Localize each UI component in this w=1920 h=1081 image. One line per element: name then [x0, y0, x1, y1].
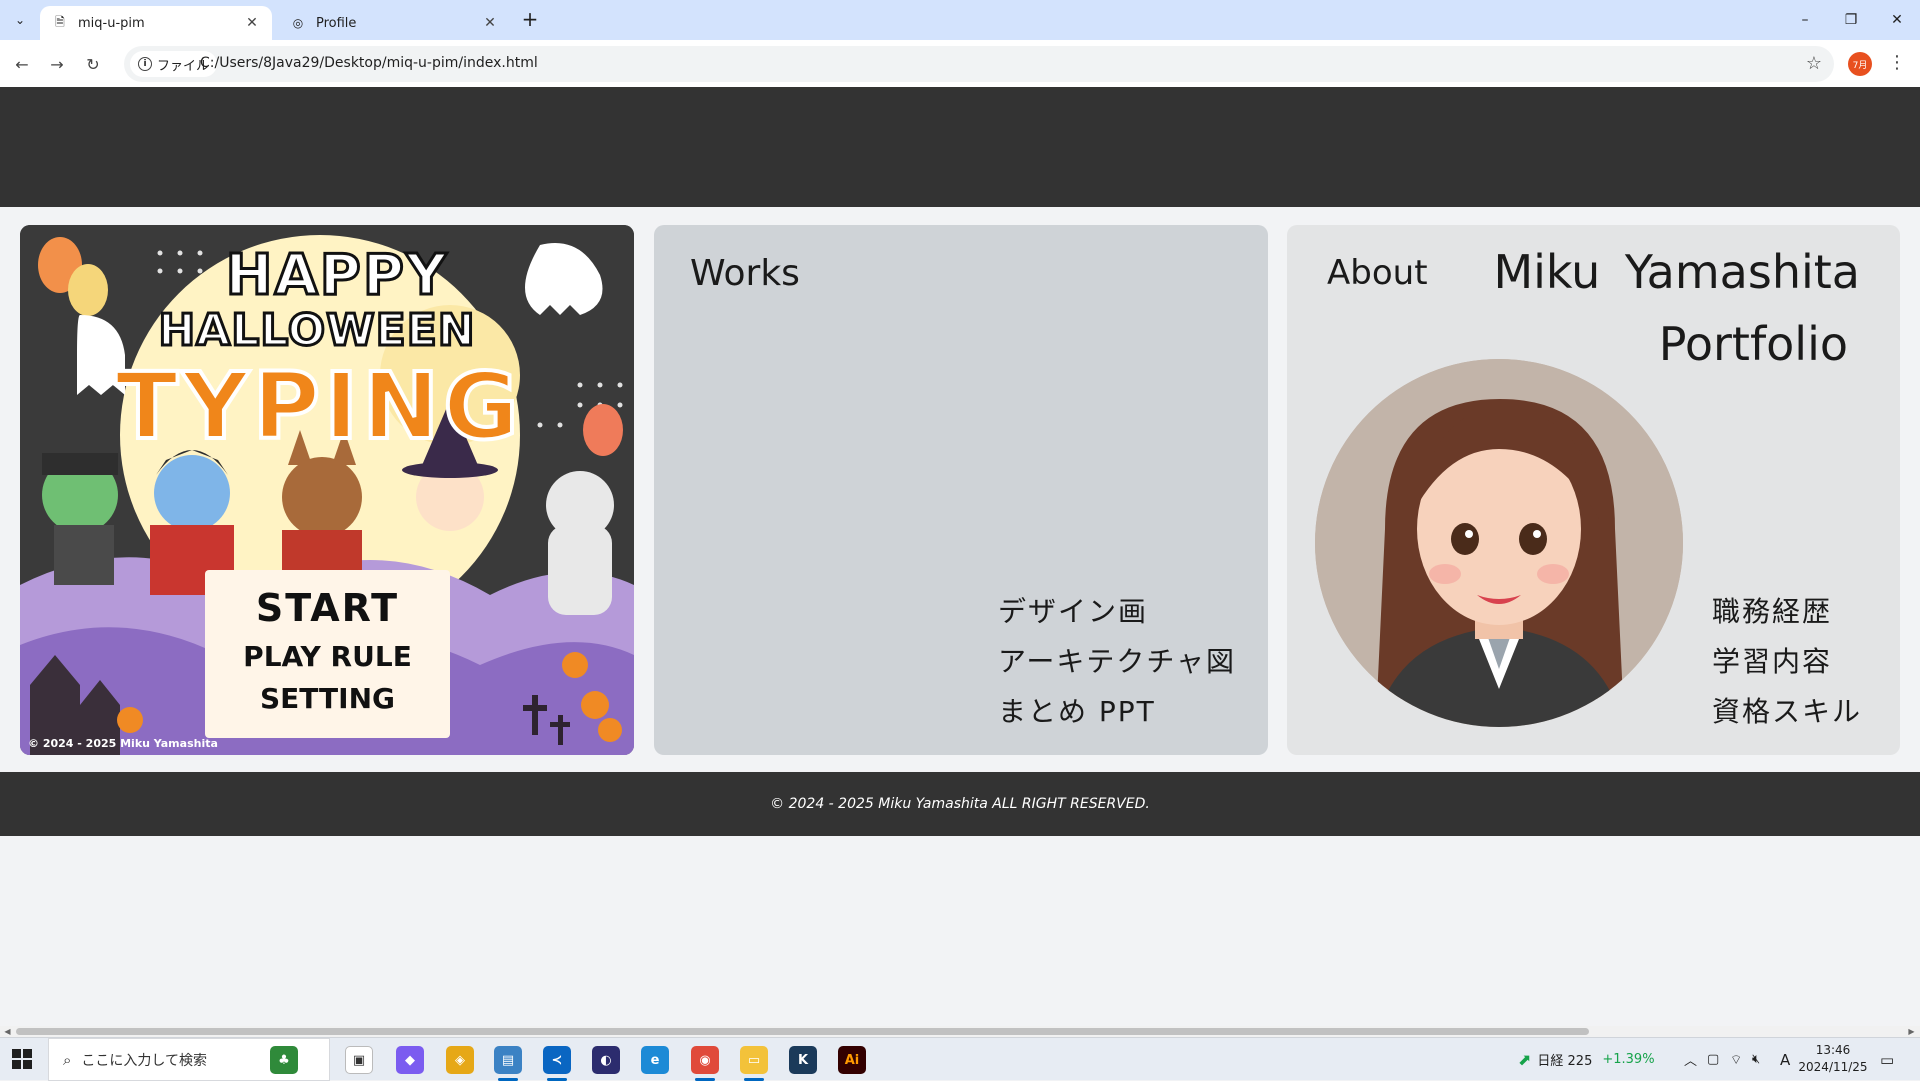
more-menu-icon[interactable]: ⋮: [1888, 52, 1906, 73]
portfolio-subtitle: Portfolio: [1658, 317, 1848, 371]
halloween-title: HALLOWEEN: [157, 304, 476, 358]
game-copyright: © 2024 - 2025 Miku Yamashita: [28, 737, 218, 750]
play-rule-button[interactable]: PLAY RULE: [205, 640, 450, 673]
avatar-illustration: [1315, 359, 1683, 727]
christmas-tree-icon[interactable]: ♣: [270, 1046, 298, 1074]
info-icon: i: [138, 57, 152, 71]
camera-icon[interactable]: ▢: [1707, 1038, 1719, 1081]
notepad-icon[interactable]: ▤: [494, 1046, 522, 1074]
back-arrow-icon[interactable]: ←: [8, 50, 36, 78]
address-bar[interactable]: i ファイル C:/Users/8Java29/Desktop/miq-u-pi…: [124, 46, 1834, 82]
stock-change: +1.39%: [1602, 1052, 1655, 1067]
about-heading: About: [1327, 253, 1428, 293]
about-link-career[interactable]: 職務経歴: [1712, 587, 1862, 637]
chrome-icon[interactable]: ◉: [691, 1046, 719, 1074]
restore-button[interactable]: ❐: [1828, 0, 1874, 40]
network-icon[interactable]: ⌔: [1730, 1038, 1742, 1081]
app-k-icon[interactable]: K: [789, 1046, 817, 1074]
clock-time: 13:46: [1815, 1043, 1851, 1057]
tab-close-icon[interactable]: ✕: [482, 15, 498, 31]
url-text[interactable]: C:/Users/8Java29/Desktop/miq-u-pim/index…: [200, 55, 538, 71]
scroll-right-arrow-icon[interactable]: ▶: [1906, 1026, 1917, 1037]
tab-close-icon[interactable]: ✕: [244, 15, 260, 31]
git-icon[interactable]: ◈: [446, 1046, 474, 1074]
reload-icon[interactable]: ↻: [79, 50, 107, 78]
show-hidden-icons-icon[interactable]: ︿: [1684, 1038, 1697, 1081]
tab-profile[interactable]: ◎ Profile ✕: [278, 6, 510, 40]
windows-start-icon[interactable]: [12, 1049, 32, 1069]
vscode-icon[interactable]: ≺: [543, 1046, 571, 1074]
search-placeholder: ここに入力して検索: [81, 1052, 207, 1069]
setting-button[interactable]: SETTING: [205, 682, 450, 715]
tab-search-button[interactable]: ⌄: [8, 8, 32, 32]
typing-title: TYPING: [113, 351, 523, 462]
volume-muted-icon[interactable]: 🔇︎: [1752, 1038, 1760, 1081]
minimize-button[interactable]: –: [1782, 0, 1828, 40]
copilot-icon[interactable]: ◆: [396, 1046, 424, 1074]
notification-icon[interactable]: ▭: [1880, 1038, 1894, 1081]
scrollbar-thumb[interactable]: [16, 1028, 1589, 1035]
profile-avatar[interactable]: 7月: [1848, 52, 1872, 76]
about-link-certifications[interactable]: 資格スキル: [1712, 687, 1862, 737]
halloween-typing-card[interactable]: HAPPY HALLOWEEN TYPING START PLAY RULE S…: [20, 225, 634, 755]
works-link-design[interactable]: デザイン画: [998, 587, 1236, 637]
eclipse-icon[interactable]: ◐: [592, 1046, 620, 1074]
start-button[interactable]: START: [205, 586, 450, 630]
about-link-list: 職務経歴 学習内容 資格スキル: [1712, 587, 1862, 737]
page-favicon-icon: 🗎: [55, 14, 65, 29]
about-link-study[interactable]: 学習内容: [1712, 637, 1862, 687]
works-link-list: デザイン画 アーキテクチャ図 まとめ PPT: [998, 587, 1236, 737]
system-clock[interactable]: 13:46 2024/11/25: [1798, 1042, 1868, 1076]
forward-arrow-icon[interactable]: →: [43, 50, 71, 78]
works-link-architecture[interactable]: アーキテクチャ図: [998, 637, 1236, 687]
file-explorer-icon[interactable]: ▭: [740, 1046, 768, 1074]
works-heading: Works: [690, 253, 800, 294]
search-icon: ⌕: [63, 1050, 72, 1069]
game-menu: START PLAY RULE SETTING: [205, 570, 450, 738]
windows-taskbar: ⌕ ここに入力して検索 ♣ ▣ ◆ ◈ ▤ ≺ ◐ e ◉ ▭ K Ai ⬈ 日…: [0, 1037, 1920, 1081]
works-card: Works デザイン画 アーキテクチャ図 まとめ PPT: [654, 225, 1268, 755]
horizontal-scrollbar[interactable]: ◀ ▶: [0, 1026, 1920, 1037]
happy-title: HAPPY: [224, 242, 449, 310]
portfolio-owner-name: Miku Yamashita: [1493, 245, 1860, 299]
browser-toolbar: ← → ↻ i ファイル C:/Users/8Java29/Desktop/mi…: [0, 40, 1920, 87]
works-link-summary-ppt[interactable]: まとめ PPT: [998, 687, 1236, 737]
edge-icon[interactable]: e: [641, 1046, 669, 1074]
globe-icon: ◎: [292, 16, 304, 30]
stock-label: 日経 225: [1537, 1054, 1593, 1069]
browser-window: ⌄ 🗎 miq-u-pim ✕ ◎ Profile ✕ + – ❐ ✕ ← → …: [0, 0, 1920, 1081]
site-footer: © 2024 - 2025 Miku Yamashita ALL RIGHT R…: [0, 772, 1920, 836]
bookmark-star-icon[interactable]: ☆: [1806, 53, 1822, 74]
clock-date: 2024/11/25: [1798, 1060, 1868, 1074]
profile-avatar-image: [1315, 359, 1683, 727]
tab-title: miq-u-pim: [78, 15, 145, 31]
about-card: About Miku Yamashita Portfolio 職務経歴 学習内容…: [1287, 225, 1900, 755]
tab-miq-u-pim[interactable]: 🗎 miq-u-pim ✕: [40, 6, 272, 40]
site-header: [0, 87, 1920, 207]
stock-chart-icon: ⬈: [1518, 1050, 1532, 1069]
task-view-icon[interactable]: ▣: [345, 1046, 373, 1074]
stock-widget[interactable]: ⬈ 日経 225 +1.39%: [1518, 1038, 1655, 1081]
scroll-left-arrow-icon[interactable]: ◀: [2, 1026, 13, 1037]
new-tab-button[interactable]: +: [520, 9, 540, 30]
tab-strip: ⌄ 🗎 miq-u-pim ✕ ◎ Profile ✕ + – ❐ ✕: [0, 0, 1920, 40]
page-viewport: HAPPY HALLOWEEN TYPING START PLAY RULE S…: [0, 87, 1920, 1027]
tab-title: Profile: [316, 15, 357, 31]
ime-indicator[interactable]: A: [1780, 1038, 1790, 1081]
illustrator-icon[interactable]: Ai: [838, 1046, 866, 1074]
close-window-button[interactable]: ✕: [1874, 0, 1920, 40]
